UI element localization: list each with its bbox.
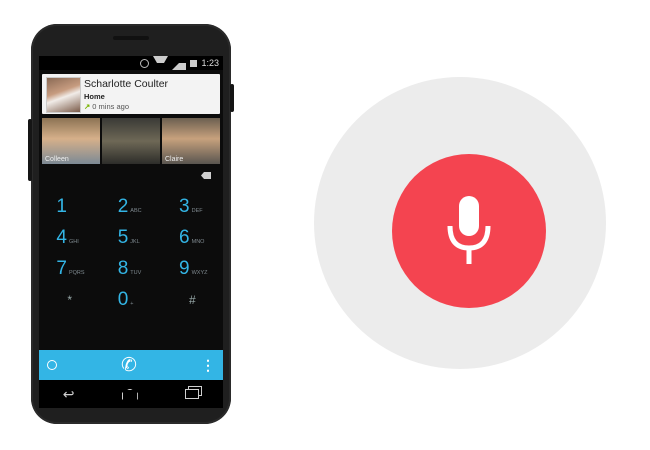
dial-key-star[interactable]: * (39, 293, 100, 307)
key-letters: DEF (191, 207, 203, 214)
favorite-contact[interactable]: Colleen (42, 118, 100, 164)
alarm-icon (140, 58, 150, 68)
dial-key-hash[interactable]: # (162, 293, 223, 307)
call-action-bar: ✆ ⋮ (39, 350, 223, 380)
dial-key-0[interactable]: 0 + (100, 289, 161, 311)
home-icon[interactable] (121, 388, 138, 400)
dial-key-4[interactable]: 4 GHI (39, 227, 100, 249)
microphone-icon (447, 196, 491, 264)
dialpad: 1 2 ABC 3 DEF 4 GHI 5 JKL 6 MNO 7 PQRS 8 TUV 9W… (39, 191, 223, 315)
recent-apps-icon[interactable] (185, 389, 200, 399)
dial-key-3[interactable]: 3 DEF (162, 196, 223, 218)
phone-icon[interactable]: ✆ (121, 356, 137, 375)
status-bar: 1:23 (39, 56, 223, 70)
dial-input[interactable] (39, 166, 223, 186)
favorite-label: Colleen (45, 156, 69, 163)
contact-name: Scharlotte Coulter (84, 78, 169, 90)
key-digit: 0 (117, 288, 129, 310)
key-digit: 3 (179, 195, 190, 217)
key-digit: 5 (117, 226, 129, 248)
call-history-icon[interactable] (47, 360, 57, 370)
dial-key-9[interactable]: 9 WXYZ (162, 258, 223, 280)
phone-screen: 1:23 Scharlotte Coulter Home ↗ 0 mins ago… (39, 56, 223, 408)
call-time-text: 0 mins ago (92, 102, 129, 111)
dial-key-1[interactable]: 1 (39, 196, 100, 218)
key-digit: 8 (117, 257, 129, 279)
key-digit: * (67, 292, 72, 307)
dialpad-row: * 0 + # (39, 284, 223, 315)
battery-icon (190, 59, 198, 67)
key-digit: 6 (179, 226, 190, 248)
overflow-menu-icon[interactable]: ⋮ (201, 358, 215, 372)
key-letters: GHI (68, 238, 79, 245)
earpiece-speaker (113, 36, 149, 40)
avatar (46, 77, 81, 113)
dial-key-2[interactable]: 2 ABC (100, 196, 161, 218)
dial-key-7[interactable]: 7 PQRS (39, 258, 100, 280)
key-digit: 2 (117, 195, 129, 217)
wifi-icon (153, 56, 169, 70)
power-button[interactable] (230, 84, 234, 112)
phone-frame: 1:23 Scharlotte Coulter Home ↗ 0 mins ago… (28, 24, 234, 424)
dial-key-6[interactable]: 6 MNO (162, 227, 223, 249)
key-letters: JKL (130, 238, 140, 245)
favorites-strip: Colleen Claire (42, 118, 220, 164)
favorite-label: Claire (165, 156, 184, 163)
key-digit: 4 (56, 226, 67, 248)
dialpad-row: 1 2 ABC 3 DEF (39, 191, 223, 222)
status-time: 1:23 (201, 58, 219, 68)
dial-key-8[interactable]: 8 TUV (100, 258, 161, 280)
key-digit: 7 (56, 257, 67, 279)
voice-search-button[interactable] (392, 154, 546, 308)
key-letters: PQRS (68, 269, 85, 276)
favorite-contact[interactable]: Claire (162, 118, 220, 164)
key-letters: + (130, 300, 134, 307)
outgoing-call-icon: ↗ (84, 102, 91, 111)
key-letters: WXYZ (191, 269, 208, 276)
favorite-contact[interactable] (102, 118, 160, 164)
recent-call-card[interactable]: Scharlotte Coulter Home ↗ 0 mins ago (42, 74, 220, 114)
signal-icon (172, 56, 187, 70)
key-digit: 9 (179, 257, 190, 279)
navigation-bar: ↩ (39, 380, 223, 408)
key-letters: TUV (130, 269, 142, 276)
dial-key-5[interactable]: 5 JKL (100, 227, 161, 249)
key-letters: MNO (191, 238, 205, 245)
volume-button[interactable] (28, 119, 32, 181)
call-time: ↗ 0 mins ago (84, 102, 129, 111)
backspace-icon[interactable] (201, 172, 211, 179)
dialpad-row: 7 PQRS 8 TUV 9 WXYZ (39, 253, 223, 284)
key-digit: 1 (56, 195, 67, 217)
dialpad-row: 4 GHI 5 JKL 6 MNO (39, 222, 223, 253)
back-icon[interactable]: ↩ (63, 386, 75, 403)
call-type: Home (84, 92, 105, 101)
key-letters: ABC (130, 207, 142, 214)
key-digit: # (188, 292, 196, 307)
